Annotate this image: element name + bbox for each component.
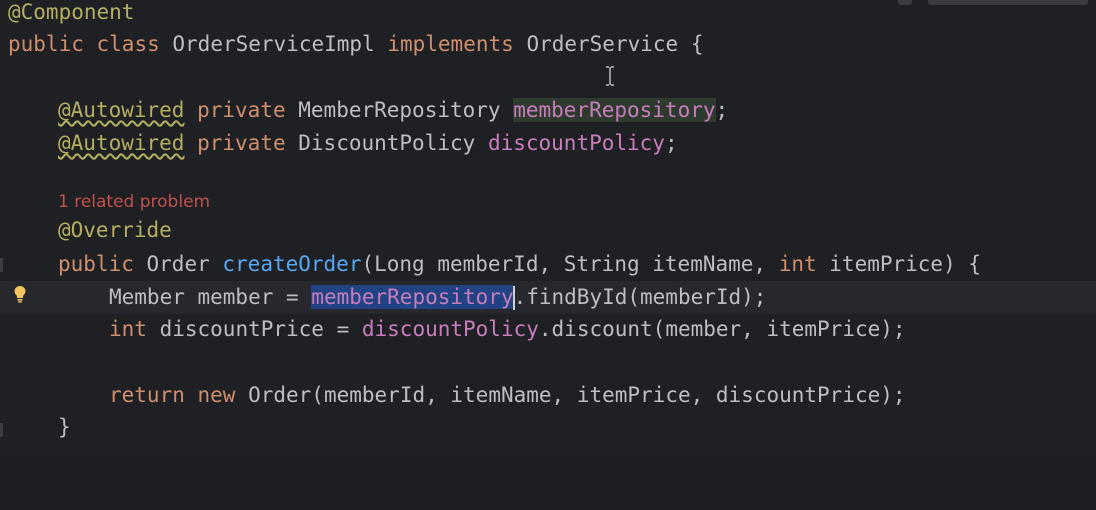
stmt1-prefix: Member member = — [109, 285, 312, 309]
keyword-int: int — [109, 317, 147, 341]
lightbulb-icon[interactable] — [13, 285, 27, 303]
semicolon: ; — [664, 131, 678, 155]
keyword-private: private — [197, 131, 286, 155]
related-problem-hint[interactable]: 1 related problem — [58, 187, 210, 217]
code-line-close-brace[interactable]: } — [0, 411, 1096, 444]
code-line-class[interactable]: public class OrderServiceImpl implements… — [0, 28, 1096, 61]
keyword-implements: implements — [387, 32, 514, 56]
stmt1-suffix: .findById(memberId); — [513, 285, 767, 309]
semicolon: ; — [715, 98, 729, 122]
field-discount-policy-ref[interactable]: discountPolicy — [362, 317, 539, 341]
keyword-new: new — [197, 383, 236, 407]
keyword-private: private — [197, 98, 286, 122]
field-member-repository[interactable]: memberRepository — [513, 98, 716, 122]
method-params-b: itemPrice) { — [816, 252, 982, 276]
annotation-override: @Override — [58, 218, 172, 242]
stmt2-prefix: discountPrice = — [146, 317, 362, 341]
annotation-autowired: @Autowired — [58, 131, 185, 155]
text-cursor-icon — [605, 66, 615, 86]
keyword-int: int — [778, 252, 817, 276]
code-line-component[interactable]: @Component — [0, 0, 1096, 29]
keyword-public: public — [58, 252, 134, 276]
return-type: Order — [146, 252, 210, 276]
code-line-field-2[interactable]: @Autowired private DiscountPolicy discou… — [0, 127, 1096, 160]
method-name[interactable]: createOrder — [222, 252, 361, 276]
annotation-component: @Component — [8, 0, 135, 24]
close-brace: } — [58, 415, 71, 439]
field-type: DiscountPolicy — [298, 131, 476, 155]
field-type: MemberRepository — [298, 98, 501, 122]
return-expression: Order(memberId, itemName, itemPrice, dis… — [235, 383, 906, 407]
code-line-override[interactable]: @Override — [0, 214, 1096, 247]
code-line-method-signature[interactable]: public Order createOrder(Long memberId, … — [0, 248, 1096, 281]
code-line-stmt-1[interactable]: Member member = memberRepository.findByI… — [0, 281, 1096, 314]
keyword-class: class — [96, 32, 160, 56]
field-discount-policy[interactable]: discountPolicy — [488, 131, 665, 155]
selected-member-repository[interactable]: memberRepository — [311, 285, 514, 309]
keyword-return: return — [109, 383, 185, 407]
interface-name: OrderService — [526, 32, 679, 56]
open-brace: { — [690, 32, 704, 56]
annotation-autowired: @Autowired — [58, 98, 185, 122]
code-line-field-1[interactable]: @Autowired private MemberRepository memb… — [0, 94, 1096, 127]
method-params-a: (Long memberId, String itemName, — [361, 252, 779, 276]
code-line-stmt-2[interactable]: int discountPrice = discountPolicy.disco… — [0, 313, 1096, 346]
code-line-return[interactable]: return new Order(memberId, itemName, ite… — [0, 379, 1096, 412]
stmt2-suffix: .discount(member, itemPrice); — [538, 317, 906, 341]
code-editor[interactable]: @Component public class OrderServiceImpl… — [0, 0, 1096, 454]
keyword-public: public — [8, 32, 84, 56]
class-name: OrderServiceImpl — [172, 32, 375, 56]
